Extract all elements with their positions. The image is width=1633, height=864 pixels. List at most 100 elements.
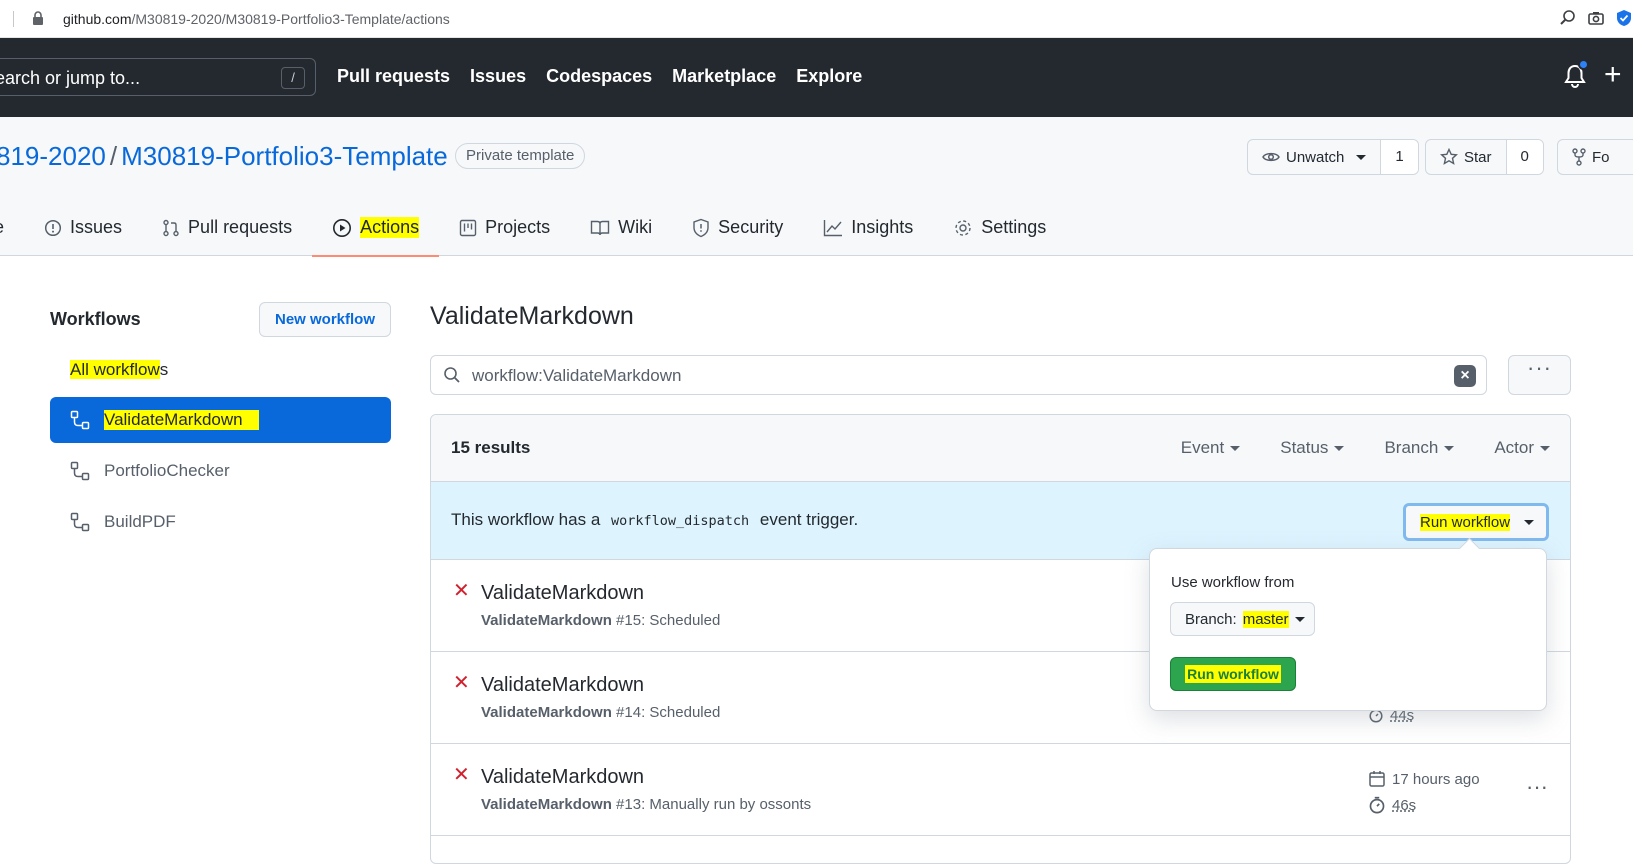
- workflow-runs-filter-input[interactable]: workflow:ValidateMarkdown ×: [430, 355, 1487, 395]
- star-label: Star: [1464, 148, 1492, 166]
- filter-branch-dropdown[interactable]: Branch: [1384, 438, 1455, 458]
- workflow-options-button[interactable]: ···: [1508, 355, 1571, 395]
- run-title[interactable]: ValidateMarkdown: [481, 766, 644, 789]
- tab-pull-requests[interactable]: Pull requests: [142, 199, 312, 256]
- search-placeholder: earch or jump to...: [0, 68, 141, 88]
- run-title[interactable]: ValidateMarkdown: [481, 582, 644, 605]
- branch-prefix: Branch:: [1185, 610, 1237, 628]
- repo-header: 819-2020/M30819-Portfolio3-Template Priv…: [0, 117, 1633, 257]
- play-circle-icon: [332, 218, 352, 238]
- filter-actor-label: Actor: [1494, 438, 1534, 457]
- tab-wiki[interactable]: Wiki: [570, 199, 672, 256]
- camera-icon[interactable]: [1587, 9, 1605, 27]
- sidebar-item-label: ValidateMarkdown: [104, 410, 259, 430]
- run-options-kebab[interactable]: ···: [1526, 774, 1548, 800]
- watch-count[interactable]: 1: [1380, 140, 1418, 174]
- watch-button-group: Unwatch 1: [1247, 139, 1419, 175]
- sidebar-item-portfoliochecker[interactable]: PortfolioChecker: [50, 448, 391, 494]
- filter-value: workflow:ValidateMarkdown: [472, 366, 682, 385]
- tab-settings[interactable]: Settings: [933, 199, 1066, 256]
- eye-icon: [1262, 150, 1280, 164]
- workflows-heading: Workflows: [50, 309, 141, 329]
- star-button[interactable]: Star: [1426, 140, 1506, 174]
- tab-security-label: Security: [718, 217, 784, 237]
- workflow-icon: [70, 410, 90, 430]
- global-nav: Pull requests Issues Codespaces Marketpl…: [337, 66, 862, 87]
- tab-insights[interactable]: Insights: [803, 199, 933, 256]
- failed-x-icon: ✕: [453, 672, 470, 694]
- tab-projects[interactable]: Projects: [439, 199, 570, 256]
- nav-marketplace[interactable]: Marketplace: [672, 66, 776, 87]
- run-detail: #15: Scheduled: [616, 612, 721, 629]
- fork-icon: [1572, 148, 1586, 166]
- run-detail: #14: Scheduled: [616, 704, 721, 721]
- tab-projects-label: Projects: [485, 217, 551, 237]
- tab-issues-label: Issues: [70, 217, 123, 237]
- run-subtitle: ValidateMarkdown #13: Manually run by os…: [481, 796, 811, 813]
- run-time: 17 hours ago: [1368, 766, 1480, 792]
- project-board-icon: [459, 219, 477, 237]
- stopwatch-icon: [1368, 796, 1386, 814]
- nav-pull-requests[interactable]: Pull requests: [337, 66, 450, 87]
- workflow-run-row[interactable]: ✕ ValidateMarkdown ValidateMarkdown #13:…: [431, 744, 1570, 836]
- browser-address-bar: github.com/M30819-2020/M30819-Portfolio3…: [0, 0, 1633, 38]
- run-workflow-dropdown-button[interactable]: Run workflow: [1403, 503, 1549, 541]
- filter-actor-dropdown[interactable]: Actor: [1494, 438, 1550, 458]
- run-workflow-submit-button[interactable]: Run workflow: [1170, 657, 1296, 691]
- issue-opened-icon: [44, 219, 62, 237]
- failed-x-icon: ✕: [453, 764, 470, 786]
- failed-x-icon: ✕: [453, 580, 470, 602]
- unwatch-button[interactable]: Unwatch: [1248, 140, 1380, 174]
- fork-button[interactable]: Fo: [1558, 140, 1624, 174]
- branch-name: master: [1242, 610, 1289, 628]
- sidebar-item-validatemarkdown[interactable]: ValidateMarkdown: [50, 397, 391, 443]
- filter-event-dropdown[interactable]: Event: [1181, 438, 1241, 458]
- zoom-icon[interactable]: [1559, 9, 1577, 27]
- nav-issues[interactable]: Issues: [470, 66, 526, 87]
- all-workflows-link[interactable]: All workflows: [70, 360, 168, 380]
- run-workflow-label: Run workflow: [1420, 513, 1511, 531]
- chevron-down-icon: [1294, 616, 1305, 622]
- unwatch-label: Unwatch: [1286, 148, 1345, 166]
- chevron-down-icon: [1444, 445, 1455, 451]
- lock-icon[interactable]: [32, 11, 44, 26]
- branch-select-button[interactable]: Branch: master: [1170, 602, 1315, 636]
- repo-name-link[interactable]: M30819-Portfolio3-Template: [121, 141, 448, 171]
- run-time-value: 17 hours ago: [1392, 770, 1480, 788]
- chevron-down-icon: [1540, 445, 1550, 451]
- tab-code[interactable]: e: [0, 199, 24, 256]
- create-new-plus-icon[interactable]: +: [1604, 60, 1622, 90]
- browser-actions: [1559, 9, 1633, 27]
- shield-check-icon[interactable]: [1615, 9, 1633, 27]
- toolbar-separator: [13, 11, 14, 27]
- filter-status-dropdown[interactable]: Status: [1280, 438, 1345, 458]
- run-duration-value: 46s: [1392, 796, 1417, 814]
- clear-filter-icon[interactable]: ×: [1454, 365, 1476, 387]
- url-field[interactable]: github.com/M30819-2020/M30819-Portfolio3…: [63, 11, 450, 27]
- global-search-input[interactable]: earch or jump to... /: [0, 58, 316, 96]
- results-filters: Event Status Branch Actor: [1181, 438, 1550, 458]
- search-icon: [443, 366, 461, 384]
- dispatch-suffix: event trigger.: [759, 510, 859, 529]
- dispatch-code: workflow_dispatch: [611, 513, 750, 529]
- run-title[interactable]: ValidateMarkdown: [481, 674, 644, 697]
- tab-pull-requests-label: Pull requests: [188, 217, 293, 237]
- sidebar-item-label: BuildPDF: [104, 512, 176, 531]
- new-workflow-button[interactable]: New workflow: [259, 302, 391, 337]
- dispatch-prefix: This workflow has a: [451, 510, 601, 529]
- repo-separator: /: [109, 141, 118, 171]
- sidebar-item-buildpdf[interactable]: BuildPDF: [50, 499, 391, 545]
- page-title: ValidateMarkdown: [430, 302, 634, 330]
- url-path: /M30819-2020/M30819-Portfolio3-Template/…: [131, 11, 450, 27]
- github-header: earch or jump to... / Pull requests Issu…: [0, 38, 1633, 117]
- tab-actions[interactable]: Actions: [312, 199, 440, 257]
- run-meta: 17 hours ago 46s: [1368, 766, 1480, 818]
- tab-security[interactable]: Security: [672, 199, 803, 256]
- repo-owner-link[interactable]: 819-2020: [0, 141, 106, 171]
- run-duration: 46s: [1368, 792, 1480, 818]
- nav-codespaces[interactable]: Codespaces: [546, 66, 652, 87]
- tab-issues[interactable]: Issues: [24, 199, 142, 256]
- all-workflows-label-highlighted: All workflow: [70, 360, 160, 379]
- star-count[interactable]: 0: [1505, 140, 1543, 174]
- nav-explore[interactable]: Explore: [796, 66, 862, 87]
